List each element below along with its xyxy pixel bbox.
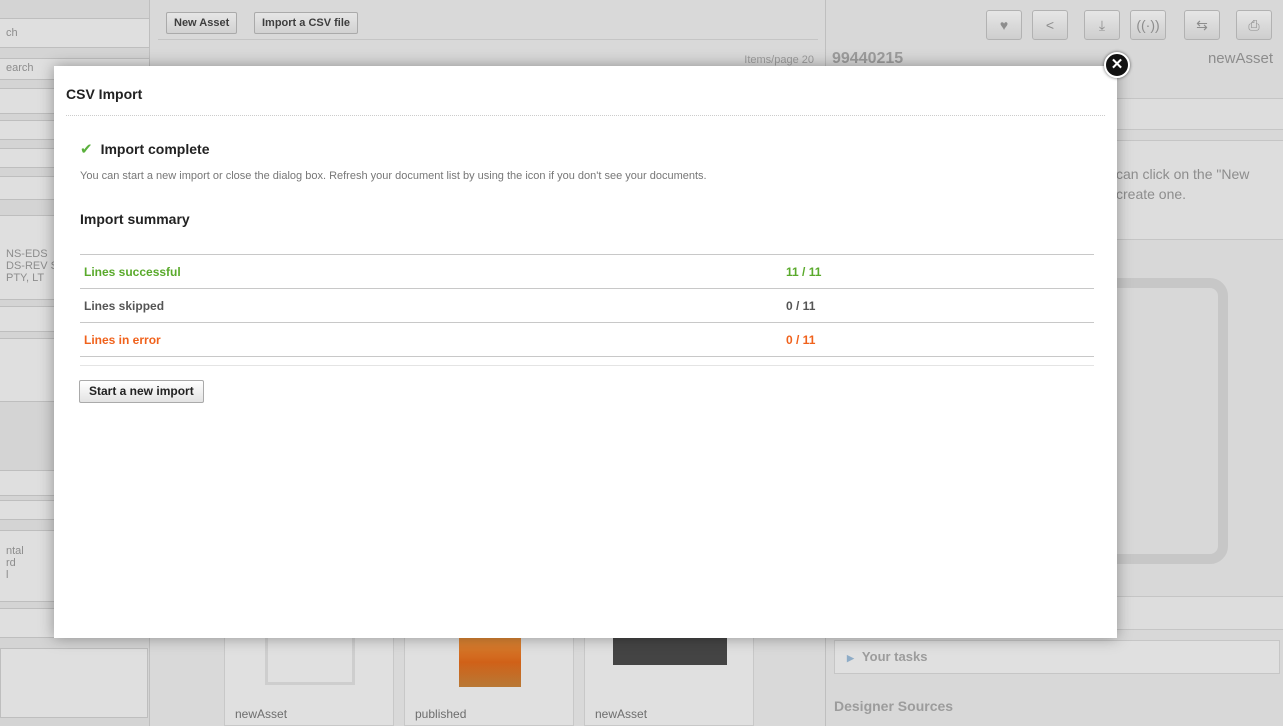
summary-value: 11 / 11 xyxy=(782,254,1094,289)
summary-heading: Import summary xyxy=(80,211,190,227)
check-icon: ✔ xyxy=(80,141,93,158)
start-new-import-button[interactable]: Start a new import xyxy=(79,380,204,403)
csv-import-dialog: CSV Import ✔ Import complete You can sta… xyxy=(54,66,1117,638)
summary-label: Lines successful xyxy=(80,254,782,289)
table-row: Lines in error 0 / 11 xyxy=(80,322,1094,357)
status-text: Import complete xyxy=(100,141,210,157)
dialog-title: CSV Import xyxy=(66,86,143,102)
import-status: ✔ Import complete xyxy=(80,140,209,158)
summary-value: 0 / 11 xyxy=(782,288,1094,323)
import-summary-table: Lines successful 11 / 11 Lines skipped 0… xyxy=(80,254,1094,357)
close-icon[interactable]: ✕ xyxy=(1104,52,1130,78)
table-row: Lines successful 11 / 11 xyxy=(80,254,1094,289)
summary-value: 0 / 11 xyxy=(782,322,1094,357)
summary-label: Lines in error xyxy=(80,322,782,357)
summary-label: Lines skipped xyxy=(80,288,782,323)
title-divider xyxy=(66,115,1105,116)
status-description: You can start a new import or close the … xyxy=(80,170,707,182)
table-row: Lines skipped 0 / 11 xyxy=(80,288,1094,323)
table-divider xyxy=(80,365,1094,366)
